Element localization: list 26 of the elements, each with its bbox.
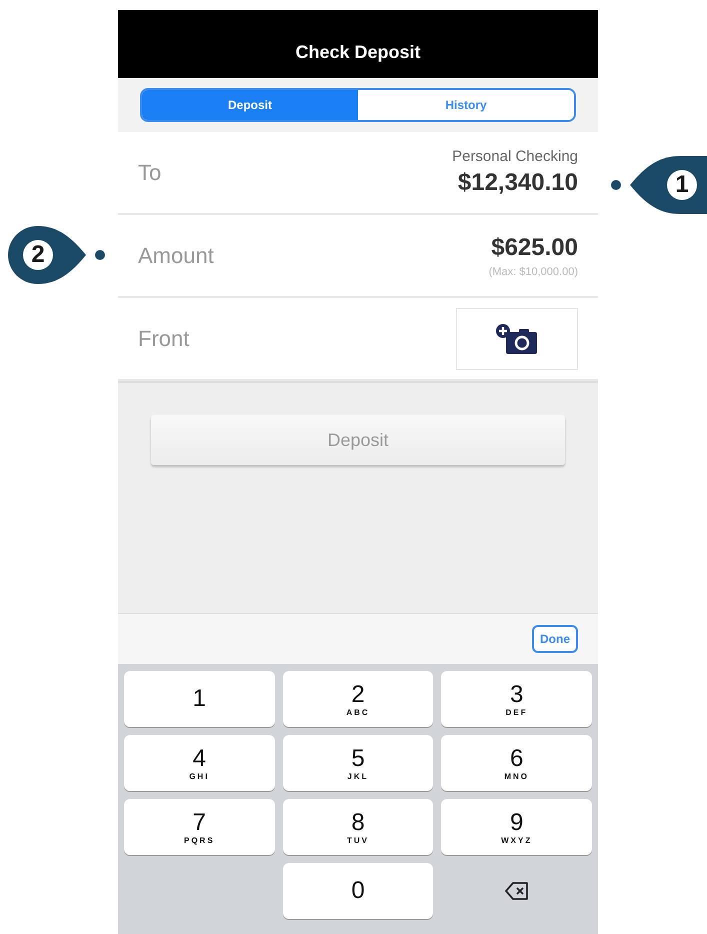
tab[interactable]: Deposit [142, 90, 358, 120]
camera-button[interactable] [456, 308, 578, 370]
keypad-key[interactable]: 7 PQRS [124, 799, 275, 855]
add-camera-icon [495, 322, 539, 354]
keypad-key[interactable]: 4 GHI [124, 735, 275, 791]
keypad-key[interactable]: 6 MNO [441, 735, 592, 791]
callout-number: 2 [30, 241, 46, 269]
form-row[interactable]: To Personal Checking $12,340.10 [118, 132, 598, 215]
keypad-key[interactable]: 0 [282, 863, 434, 919]
max-amount-note: (Max: $10,000.00) [488, 266, 578, 278]
row-label: Amount [138, 242, 214, 268]
keypad-key[interactable]: 1 [124, 671, 275, 727]
form-row[interactable]: Amount $625.00 (Max: $10,000.00) [118, 215, 598, 298]
screen-title: Check Deposit [295, 42, 421, 62]
keypad-key[interactable]: 2 ABC [282, 671, 434, 727]
keypad-key[interactable]: 5 JKL [282, 735, 434, 791]
account-balance: $12,340.10 [458, 169, 578, 197]
keypad-key[interactable]: 8 TUV [282, 799, 434, 855]
amount-value: $625.00 [491, 234, 578, 262]
keypad-key[interactable]: 3 DEF [441, 671, 592, 727]
row-label: To [138, 160, 162, 186]
backspace-icon [504, 882, 529, 900]
row-label: Front [138, 326, 190, 352]
account-name: Personal Checking [452, 148, 578, 165]
callout-number: 1 [674, 171, 690, 199]
keypad-key[interactable]: 9 WXYZ [441, 799, 592, 855]
